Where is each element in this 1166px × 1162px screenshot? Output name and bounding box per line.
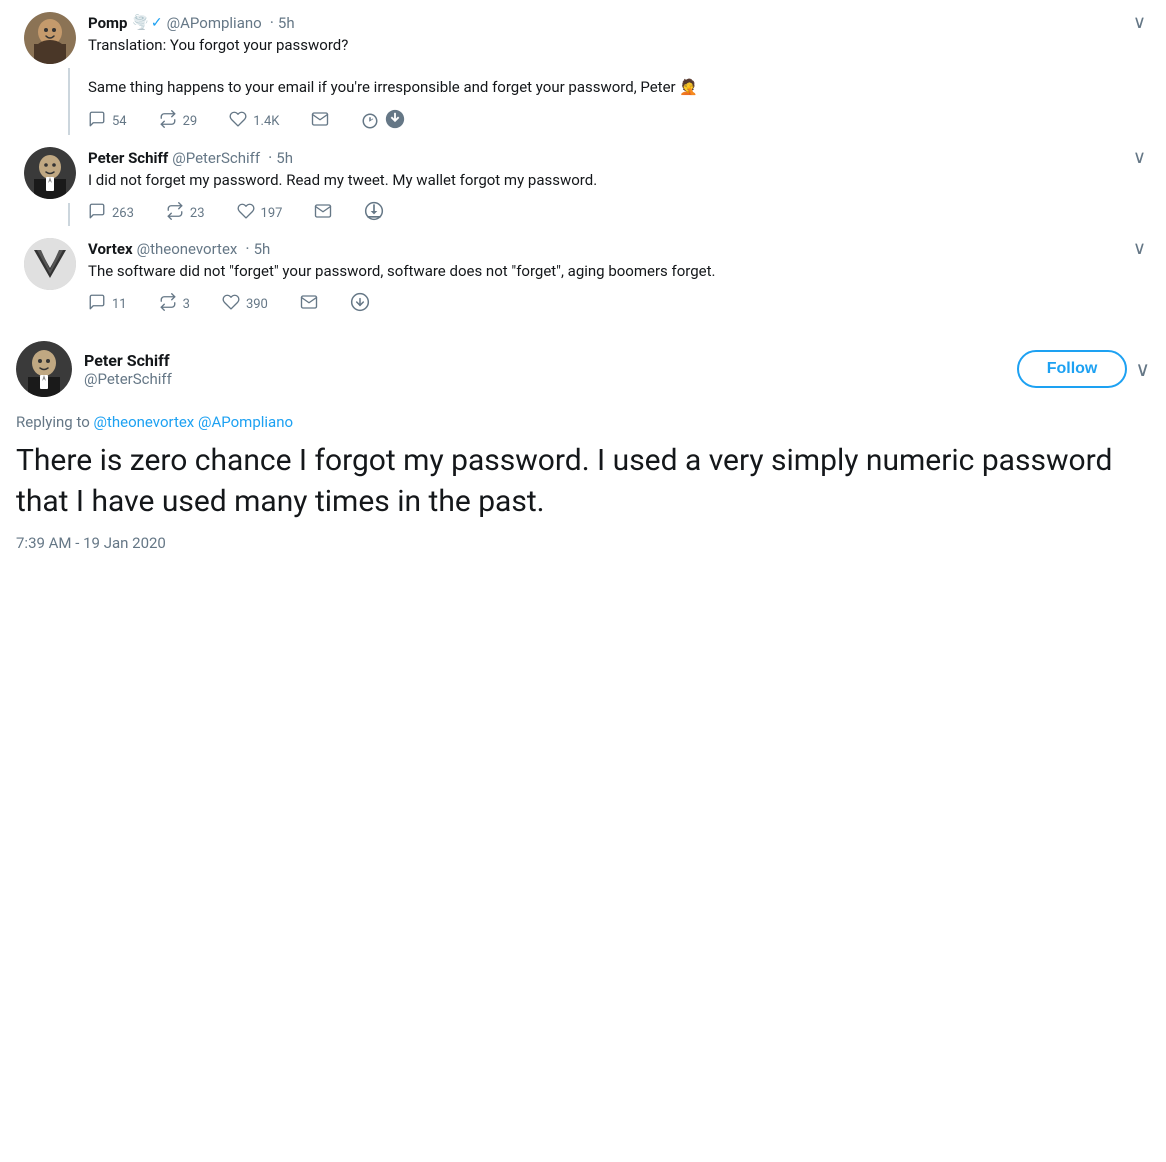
replying-to-mention-1[interactable]: @theonevortex: [94, 413, 195, 431]
like-icon-pomp: [229, 110, 247, 133]
main-tweet-text: There is zero chance I forgot my passwor…: [0, 441, 1166, 522]
retweet-count-peter1: 23: [190, 206, 205, 221]
tweet-name-peter1: Peter Schiff: [88, 149, 168, 167]
tweet-item-vortex: Vortex @theonevortex · 5h ∨ The software…: [16, 238, 1150, 329]
tweet-body-peter1: I did not forget my password. Read my tw…: [88, 170, 1150, 191]
tweet-handle-peter1: @PeterSchiff: [172, 149, 260, 167]
like-count-peter1: 197: [261, 206, 283, 221]
retweet-icon-peter1: [166, 202, 184, 225]
follow-card-handle: @PeterSchiff: [84, 370, 1017, 388]
tweet-content-peter1: Peter Schiff @PeterSchiff · 5h ∨ I did n…: [84, 147, 1150, 226]
retweet-count-vortex: 3: [183, 297, 190, 312]
tweet-actions-vortex: 11 3 390: [88, 292, 1150, 317]
dm-icon-peter1: [314, 202, 332, 225]
reply-icon-pomp: [88, 110, 106, 133]
tweet-actions-peter1: 263 23 197: [88, 201, 1150, 226]
like-icon-peter1: [237, 202, 255, 225]
reply-count-vortex: 11: [112, 297, 127, 312]
reply-btn-peter1[interactable]: 263: [88, 202, 134, 225]
pomp-tornado-emoji: 🌪️: [131, 15, 148, 31]
follow-card-name: Peter Schiff: [84, 351, 1017, 370]
avatar-col-pomp: [16, 12, 84, 135]
reply-btn-vortex[interactable]: 11: [88, 293, 127, 316]
like-btn-vortex[interactable]: 390: [222, 293, 268, 316]
avatar-col-vortex: [16, 238, 84, 317]
share-btn-peter1[interactable]: [364, 201, 384, 226]
reply-btn-pomp[interactable]: 54: [88, 110, 127, 133]
reply-count-peter1: 263: [112, 206, 134, 221]
avatar-follow-peter: [16, 341, 72, 397]
like-btn-peter1[interactable]: 197: [237, 202, 283, 225]
share-icon-peter1: [364, 201, 384, 226]
tweet-item-peter1: Peter Schiff @PeterSchiff · 5h ∨ I did n…: [16, 147, 1150, 238]
tweet-actions-pomp: 54 29 1.4K: [88, 108, 1150, 135]
tweet-name-pomp: Pomp: [88, 14, 127, 32]
replying-to: Replying to @theonevortex @APompliano: [0, 413, 1166, 431]
retweet-btn-pomp[interactable]: 29: [159, 110, 198, 133]
like-btn-pomp[interactable]: 1.4K: [229, 110, 279, 133]
tweet-time-pomp: 5h: [278, 14, 295, 32]
avatar-col-peter1: [16, 147, 84, 226]
like-count-vortex: 390: [246, 297, 268, 312]
retweet-icon-pomp: [159, 110, 177, 133]
tweet-content-pomp: Pomp 🌪️ ✓ @APompliano · 5h ∨ Translation…: [84, 12, 1150, 135]
share-btn-vortex[interactable]: [350, 292, 370, 317]
more-chevron-vortex[interactable]: ∨: [1129, 238, 1150, 259]
follow-button[interactable]: Follow: [1017, 350, 1128, 388]
retweet-count-pomp: 29: [183, 114, 198, 129]
avatar-pomp: [24, 12, 76, 64]
follow-card-more[interactable]: ∨: [1135, 357, 1150, 381]
tweet-header-vortex: Vortex @theonevortex · 5h ∨: [88, 238, 1150, 259]
tweet-list: Pomp 🌪️ ✓ @APompliano · 5h ∨ Translation…: [0, 0, 1166, 405]
more-chevron-pomp[interactable]: ∨: [1129, 12, 1150, 33]
follow-card-info: Peter Schiff @PeterSchiff: [84, 351, 1017, 388]
dot-sep-vortex: ·: [245, 239, 249, 258]
tweet-header-peter1: Peter Schiff @PeterSchiff · 5h ∨: [88, 147, 1150, 168]
reply-count-pomp: 54: [112, 114, 127, 129]
tweet-name-vortex: Vortex: [88, 240, 133, 258]
verified-icon-pomp: ✓: [151, 15, 163, 31]
replying-to-label: Replying to: [16, 413, 90, 431]
tweet-content-vortex: Vortex @theonevortex · 5h ∨ The software…: [84, 238, 1150, 317]
tweet-handle-vortex: @theonevortex: [137, 240, 238, 258]
retweet-btn-vortex[interactable]: 3: [159, 293, 190, 316]
dot-sep-pomp: ·: [270, 13, 274, 32]
share-icon-pomp: [361, 108, 405, 135]
share-icon-vortex: [350, 292, 370, 317]
dot-sep-peter1: ·: [268, 148, 272, 167]
more-chevron-peter1[interactable]: ∨: [1129, 147, 1150, 168]
dm-icon-vortex: [300, 293, 318, 316]
tweet-thread: Pomp 🌪️ ✓ @APompliano · 5h ∨ Translation…: [0, 0, 1166, 568]
like-count-pomp: 1.4K: [253, 114, 279, 129]
tweet-body-pomp: Translation: You forgot your password? S…: [88, 35, 1150, 98]
tweet-item-pomp: Pomp 🌪️ ✓ @APompliano · 5h ∨ Translation…: [16, 12, 1150, 147]
reply-icon-vortex: [88, 293, 106, 316]
tweet-body-line2-pomp: Same thing happens to your email if you'…: [88, 78, 698, 96]
tweet-time-vortex: 5h: [254, 240, 271, 258]
dm-btn-pomp[interactable]: [311, 110, 329, 133]
dm-btn-peter1[interactable]: [314, 202, 332, 225]
reply-icon-peter1: [88, 202, 106, 225]
retweet-icon-vortex: [159, 293, 177, 316]
tweet-body-line1-pomp: Translation: You forgot your password?: [88, 36, 348, 54]
like-icon-vortex: [222, 293, 240, 316]
dm-icon-pomp: [311, 110, 329, 133]
tweet-header-pomp: Pomp 🌪️ ✓ @APompliano · 5h ∨: [88, 12, 1150, 33]
tweet-body-vortex: The software did not "forget" your passw…: [88, 261, 1150, 282]
tweet-time-peter1: 5h: [276, 149, 293, 167]
replying-to-mention-2[interactable]: @APompliano: [198, 413, 293, 431]
share-btn-pomp[interactable]: [361, 108, 405, 135]
tweet-timestamp: 7:39 AM - 19 Jan 2020: [0, 534, 1166, 568]
follow-card: Peter Schiff @PeterSchiff Follow ∨: [16, 329, 1150, 405]
avatar-vortex: [24, 238, 76, 290]
dm-btn-vortex[interactable]: [300, 293, 318, 316]
retweet-btn-peter1[interactable]: 23: [166, 202, 205, 225]
avatar-peter1: [24, 147, 76, 199]
tweet-handle-pomp: @APompliano: [167, 14, 262, 32]
